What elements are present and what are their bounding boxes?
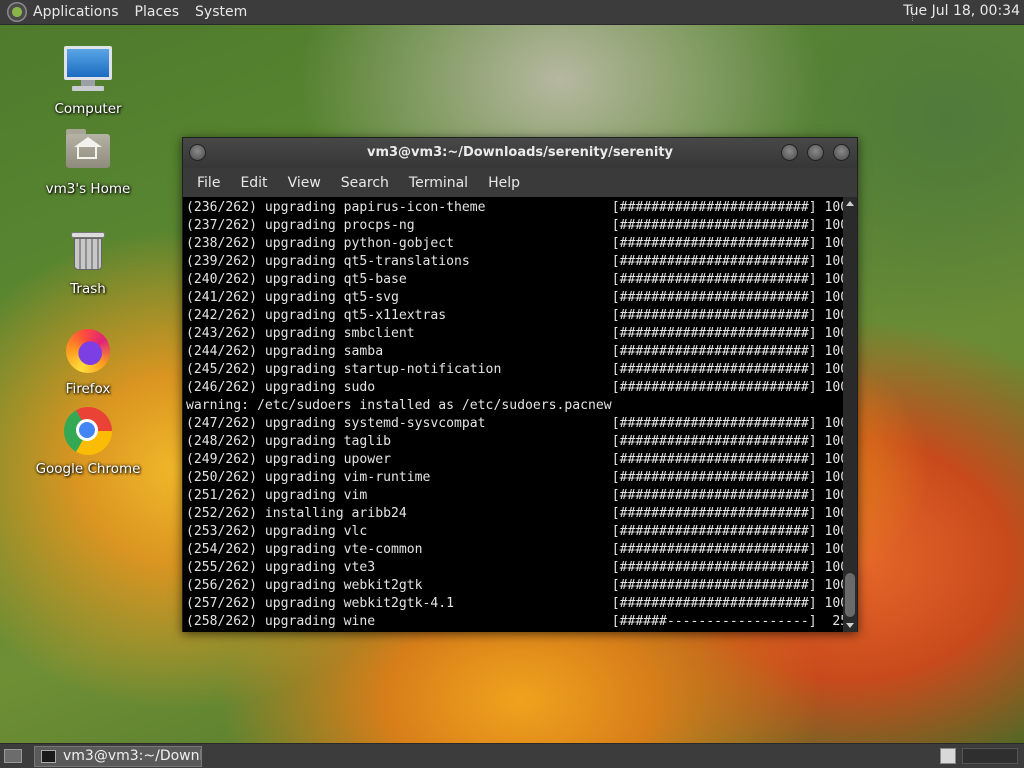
window-title: vm3@vm3:~/Downloads/serenity/serenity: [366, 145, 674, 160]
terminal-menubar: File Edit View Search Terminal Help: [183, 168, 857, 197]
menu-file[interactable]: File: [187, 175, 230, 191]
terminal-line: (243/262) upgrading smbclient [#########…: [186, 326, 843, 341]
terminal-line: (251/262) upgrading vim [###############…: [186, 488, 843, 503]
home-folder-icon: [63, 126, 113, 176]
menu-help[interactable]: Help: [478, 175, 530, 191]
terminal-line: (237/262) upgrading procps-ng [#########…: [186, 218, 843, 233]
terminal-line: (254/262) upgrading vte-common [########…: [186, 542, 843, 557]
terminal-line: (242/262) upgrading qt5-x11extras [#####…: [186, 308, 843, 323]
window-titlebar[interactable]: vm3@vm3:~/Downloads/serenity/serenity: [183, 138, 857, 168]
terminal-line: (253/262) upgrading vlc [###############…: [186, 524, 843, 539]
computer-icon: [63, 46, 113, 96]
firefox-icon: [63, 326, 113, 376]
desktop-icon-home[interactable]: vm3's Home: [28, 126, 148, 197]
top-panel: Applications Places System Tue Jul 18, 0…: [0, 0, 1024, 25]
trash-icon: [63, 226, 113, 276]
mate-logo-icon[interactable]: [7, 2, 27, 22]
terminal-line: (252/262) installing aribb24 [##########…: [186, 506, 843, 521]
scroll-up-icon[interactable]: [846, 201, 854, 206]
close-icon[interactable]: [833, 144, 850, 161]
terminal-line: (240/262) upgrading qt5-base [##########…: [186, 272, 843, 287]
terminal-window: vm3@vm3:~/Downloads/serenity/serenity Fi…: [182, 137, 858, 632]
scrollbar-thumb[interactable]: [845, 573, 855, 617]
desktop-icon-label: vm3's Home: [45, 181, 131, 197]
terminal-icon: [41, 750, 56, 763]
menu-terminal[interactable]: Terminal: [399, 175, 478, 191]
terminal-line: (239/262) upgrading qt5-translations [##…: [186, 254, 843, 269]
terminal-line: (238/262) upgrading python-gobject [####…: [186, 236, 843, 251]
desktop-icon-firefox[interactable]: Firefox: [28, 326, 148, 397]
desktop-icon-label: Firefox: [65, 381, 111, 397]
bottom-panel: vm3@vm3:~/Downl...: [0, 743, 1024, 768]
workspace-1[interactable]: [940, 748, 956, 764]
minimize-icon[interactable]: [781, 144, 798, 161]
terminal-line: warning: /etc/sudoers installed as /etc/…: [186, 398, 612, 413]
terminal-line: (255/262) upgrading vte3 [##############…: [186, 560, 843, 575]
terminal-line: (241/262) upgrading qt5-svg [###########…: [186, 290, 843, 305]
places-menu[interactable]: Places: [135, 4, 180, 20]
desktop-icon-computer[interactable]: Computer: [28, 46, 148, 117]
workspace-switcher[interactable]: [962, 748, 1018, 764]
terminal-line: (244/262) upgrading samba [#############…: [186, 344, 843, 359]
terminal-line: (256/262) upgrading webkit2gtk [########…: [186, 578, 843, 593]
system-menu[interactable]: System: [195, 4, 247, 20]
terminal-line: (257/262) upgrading webkit2gtk-4.1 [####…: [186, 596, 843, 611]
clock[interactable]: Tue Jul 18, 00:34: [903, 3, 1020, 19]
terminal-line: (248/262) upgrading taglib [############…: [186, 434, 843, 449]
desktop-icon-label: Trash: [70, 281, 106, 297]
terminal-line: (250/262) upgrading vim-runtime [#######…: [186, 470, 843, 485]
taskbar-item-label: vm3@vm3:~/Downl...: [63, 748, 202, 764]
scroll-down-icon[interactable]: [846, 623, 854, 628]
terminal-line: (247/262) upgrading systemd-sysvcompat […: [186, 416, 843, 431]
desktop-icon-chrome[interactable]: Google Chrome: [28, 406, 148, 477]
maximize-icon[interactable]: [807, 144, 824, 161]
desktop-icon-label: Google Chrome: [35, 461, 141, 477]
terminal-output[interactable]: (236/262) upgrading papirus-icon-theme […: [183, 197, 843, 632]
taskbar-item-terminal[interactable]: vm3@vm3:~/Downl...: [34, 746, 202, 767]
desktop-icon-trash[interactable]: Trash: [28, 226, 148, 297]
window-menu-icon[interactable]: [189, 144, 206, 161]
applications-menu[interactable]: Applications: [33, 4, 119, 20]
show-desktop-icon[interactable]: [4, 749, 22, 763]
terminal-line: (249/262) upgrading upower [############…: [186, 452, 843, 467]
menu-edit[interactable]: Edit: [230, 175, 277, 191]
terminal-scrollbar[interactable]: [843, 197, 857, 632]
terminal-line: (236/262) upgrading papirus-icon-theme […: [186, 200, 843, 215]
terminal-line: (245/262) upgrading startup-notification…: [186, 362, 843, 377]
menu-view[interactable]: View: [278, 175, 331, 191]
chrome-icon: [63, 406, 113, 456]
menu-search[interactable]: Search: [331, 175, 399, 191]
desktop-icon-label: Computer: [54, 101, 122, 117]
terminal-line: (246/262) upgrading sudo [##############…: [186, 380, 843, 395]
terminal-line: (258/262) upgrading wine [######--------…: [186, 614, 843, 629]
